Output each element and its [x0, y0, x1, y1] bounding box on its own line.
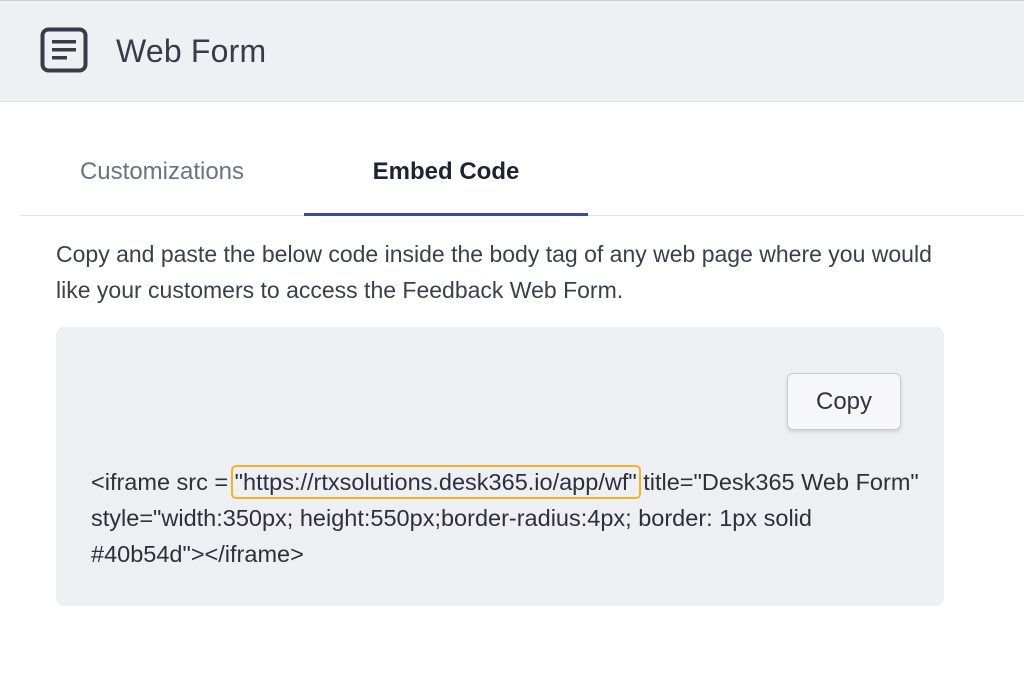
tab-bar: Customizations Embed Code [20, 134, 1024, 216]
code-prefix: <iframe src = [91, 469, 235, 495]
embed-url-highlight: "https://rtxsolutions.desk365.io/app/wf" [230, 465, 641, 499]
page-header: Web Form [0, 0, 1024, 102]
tab-embed-code[interactable]: Embed Code [304, 134, 588, 216]
embed-code-snippet[interactable]: <iframe src = "https://rtxsolutions.desk… [91, 464, 921, 572]
embed-code-panel: Copy <iframe src = "https://rtxsolutions… [56, 327, 944, 606]
page-title: Web Form [116, 33, 267, 69]
document-lines-icon [40, 27, 88, 73]
embed-instructions: Copy and paste the below code inside the… [56, 241, 932, 303]
tab-customizations[interactable]: Customizations [20, 134, 304, 216]
active-tab-indicator [304, 213, 588, 216]
copy-button[interactable]: Copy [787, 373, 901, 430]
